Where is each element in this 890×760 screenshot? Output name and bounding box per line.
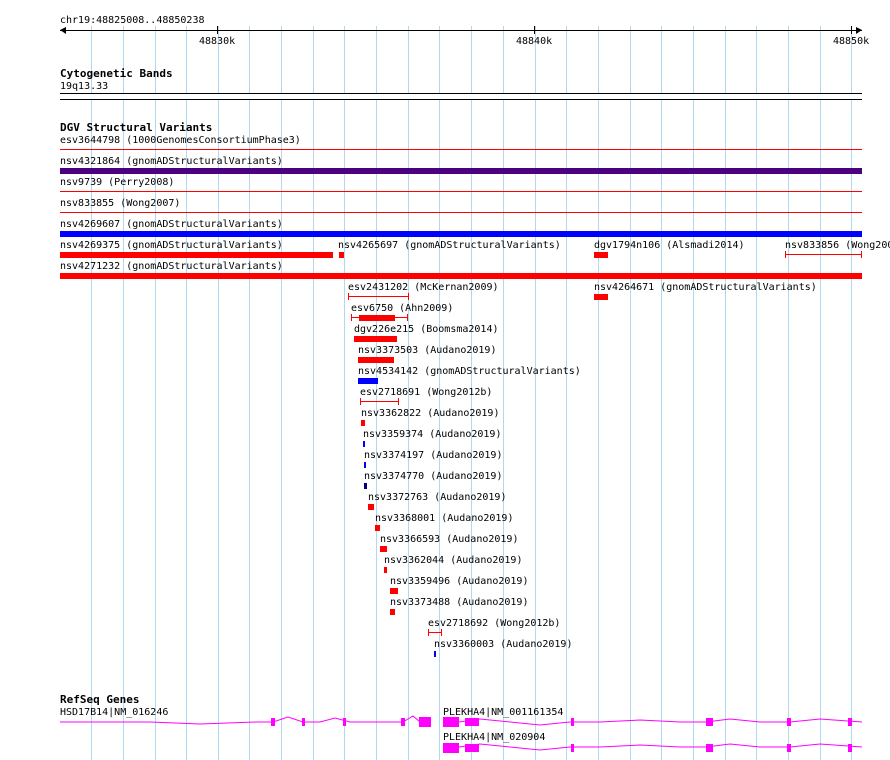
gene-exon[interactable] <box>848 744 852 752</box>
gene-exon[interactable] <box>571 744 574 752</box>
gene-exon[interactable] <box>401 718 405 726</box>
gene-exon[interactable] <box>706 744 710 752</box>
gene-exon[interactable] <box>465 744 479 752</box>
gene-exon[interactable] <box>706 718 710 726</box>
gene-exon[interactable] <box>787 744 791 752</box>
gene-exon[interactable] <box>710 718 713 726</box>
gene-exon[interactable] <box>343 718 346 726</box>
gene-intron-line[interactable] <box>443 718 863 726</box>
gene-intron-line[interactable] <box>443 743 863 751</box>
gene-intron-line[interactable] <box>60 715 421 725</box>
genome-browser-canvas: chr19:48825008..48850238 48830k 48840k 4… <box>0 0 890 760</box>
gene-exon[interactable] <box>271 718 275 726</box>
gene-exon[interactable] <box>787 718 791 726</box>
gene-exon[interactable] <box>848 718 852 726</box>
gene-exon[interactable] <box>419 717 431 727</box>
gene-exon[interactable] <box>443 743 459 753</box>
gene-exon[interactable] <box>302 718 305 726</box>
gene-exon[interactable] <box>443 717 459 727</box>
gene-exon[interactable] <box>465 718 479 726</box>
gene-exon[interactable] <box>571 718 574 726</box>
gene-exon[interactable] <box>710 744 713 752</box>
gene-models <box>60 715 863 753</box>
